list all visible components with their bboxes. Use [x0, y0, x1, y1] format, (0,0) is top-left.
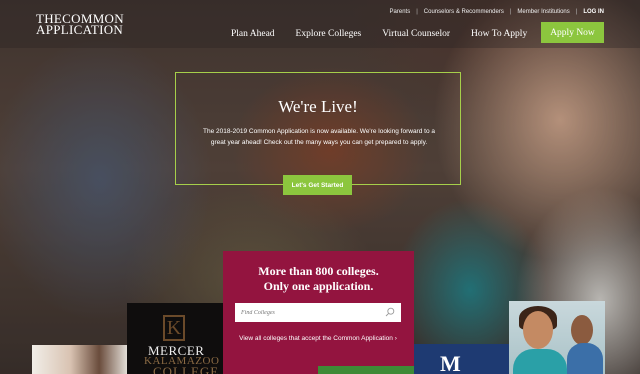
- students-photo-tile[interactable]: [32, 345, 128, 374]
- logo-line-2: APPLICATION: [36, 22, 124, 37]
- search-icon[interactable]: [385, 307, 395, 317]
- utility-link-member-institutions[interactable]: Member Institutions: [517, 9, 569, 15]
- announcement-title: We're Live!: [278, 97, 358, 116]
- nav-plan-ahead[interactable]: Plan Ahead: [231, 29, 275, 39]
- nav-virtual-counselor[interactable]: Virtual Counselor: [382, 29, 450, 39]
- apply-now-button[interactable]: Apply Now: [541, 22, 604, 43]
- utility-separator: |: [509, 9, 512, 15]
- college-logo-tile[interactable]: M: [414, 344, 510, 374]
- main-nav: Plan Ahead Explore Colleges Virtual Coun…: [231, 29, 548, 39]
- view-all-colleges-link[interactable]: View all colleges that accept the Common…: [235, 334, 401, 344]
- announcement-box: We're Live! The 2018-2019 Common Applica…: [175, 72, 461, 185]
- announcement-text: The 2018-2019 Common Application is now …: [202, 128, 435, 146]
- common-app-logo[interactable]: THECOMMON APPLICATION: [36, 12, 124, 37]
- utility-link-counselors[interactable]: Counselors & Recommenders: [424, 9, 504, 15]
- colleges-subheadline: Only one application.: [263, 279, 374, 293]
- college-crest-icon: K: [163, 315, 185, 341]
- utility-nav: Parents | Counselors & Recommenders | Me…: [390, 9, 604, 15]
- top-navigation-bar: THECOMMON APPLICATION Parents | Counselo…: [0, 0, 640, 48]
- student-body: [513, 349, 567, 374]
- nav-how-to-apply[interactable]: How To Apply: [471, 29, 527, 39]
- utility-link-parents[interactable]: Parents: [390, 9, 411, 15]
- college-search-box: [235, 303, 401, 322]
- students-smiling-tile[interactable]: [509, 301, 605, 374]
- utility-separator: |: [416, 9, 418, 15]
- colleges-headline: More than 800 colleges.: [258, 264, 379, 278]
- utility-separator: |: [575, 9, 578, 15]
- student-face: [571, 315, 593, 345]
- college-letter-logo: M: [440, 351, 461, 374]
- college-label: COLLEGE: [153, 364, 220, 374]
- college-search-input[interactable]: [241, 303, 381, 322]
- college-search-panel: More than 800 colleges. Only one applica…: [223, 251, 414, 374]
- nav-explore-colleges[interactable]: Explore Colleges: [296, 29, 362, 39]
- green-photo-tile[interactable]: [318, 366, 414, 374]
- student-face: [523, 311, 553, 349]
- get-started-button[interactable]: Let's Get Started: [283, 175, 352, 195]
- mercer-kalamazoo-tile[interactable]: K MERCER KALAMAZOO COLLEGE: [127, 303, 223, 374]
- student-body: [567, 343, 603, 374]
- login-link[interactable]: LOG IN: [583, 9, 604, 15]
